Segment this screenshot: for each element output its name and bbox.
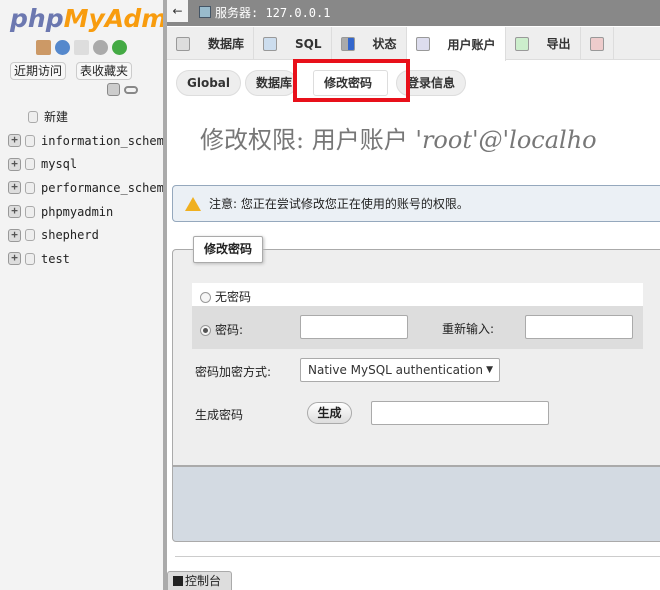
link-icon[interactable] (124, 86, 138, 94)
no-password-radio[interactable]: 无密码 (200, 288, 251, 305)
highlight-box (293, 59, 410, 102)
favorites-button[interactable]: 表收藏夹 (76, 62, 133, 80)
database-item[interactable]: + information_schema (8, 129, 163, 153)
server-breadcrumb[interactable]: 服务器: 127.0.0.1 (215, 4, 330, 21)
docs-icon[interactable] (74, 40, 89, 55)
home-icon[interactable] (36, 40, 51, 55)
import-icon (589, 36, 604, 51)
expand-icon[interactable]: + (8, 157, 21, 171)
reload-icon[interactable] (112, 40, 127, 55)
tab-import[interactable] (581, 27, 614, 60)
hashing-method-select[interactable]: Native MySQL authentication ▼ (300, 358, 500, 382)
database-icon (25, 134, 35, 147)
database-item[interactable]: + performance_schema (8, 176, 163, 200)
console-tab[interactable]: 控制台 (167, 571, 232, 590)
tab-export[interactable]: 导出 (506, 27, 581, 60)
database-icon (25, 252, 35, 265)
reenter-label: 重新输入: (442, 322, 495, 336)
top-bar: ← 服务器: 127.0.0.1 (167, 0, 660, 26)
new-database-icon (28, 110, 38, 123)
phpmyadmin-logo[interactable]: phpMyAdmin (10, 4, 163, 33)
tab-status[interactable]: 状态 (332, 27, 407, 60)
navigation-sidebar: phpMyAdmin 近期访问 表收藏夹 新建 +information_sch… (0, 0, 163, 590)
main-tabs: 数据库 SQL 状态 用户账户 导出 (167, 27, 660, 61)
settings-gear-icon[interactable] (93, 40, 108, 55)
expand-icon[interactable]: + (8, 228, 21, 242)
expand-icon[interactable]: + (8, 181, 21, 195)
generate-button[interactable]: 生成 (307, 402, 352, 424)
expand-icon[interactable]: + (8, 252, 21, 266)
subtab-database[interactable]: 数据库 (245, 70, 297, 96)
tab-user-accounts[interactable]: 用户账户 (406, 27, 506, 61)
database-icon (25, 181, 35, 194)
database-icon (25, 158, 35, 171)
database-tree: 新建 + information_schema + mysql + performan… (8, 105, 163, 271)
console-icon (173, 576, 183, 586)
sidebar-resizer[interactable] (163, 0, 167, 590)
back-arrow-icon[interactable]: ← (167, 0, 188, 22)
help-icon[interactable] (55, 40, 70, 55)
warning-icon (185, 196, 201, 211)
radio-icon[interactable] (200, 325, 211, 336)
database-item[interactable]: + phpmyadmin (8, 200, 163, 224)
new-database-item[interactable]: 新建 (8, 105, 163, 129)
notice-box: 注意: 您正在尝试修改您正在使用的账号的权限。 (172, 185, 660, 222)
subtab-global[interactable]: Global (176, 70, 242, 96)
expand-icon[interactable]: + (8, 134, 21, 148)
generate-password-label: 生成密码 (195, 408, 244, 422)
database-icon (25, 229, 35, 242)
fieldset-legend: 修改密码 (193, 236, 264, 263)
password-radio[interactable]: 密码: (200, 321, 243, 338)
export-icon (514, 36, 529, 51)
radio-icon[interactable] (200, 292, 211, 303)
database-item[interactable]: + test (8, 247, 163, 271)
expand-icon[interactable]: + (8, 205, 21, 219)
reenter-password-input[interactable] (525, 315, 633, 339)
page-title: 修改权限: 用户账户 'root'@'localho (200, 126, 597, 154)
generated-password-input[interactable] (371, 401, 549, 425)
divider (175, 556, 660, 557)
user-card-icon (415, 37, 430, 51)
hashing-label: 密码加密方式: (195, 365, 272, 379)
password-input[interactable] (300, 315, 408, 339)
status-chart-icon (340, 36, 355, 51)
server-icon (199, 6, 211, 18)
fieldset-footer (172, 466, 660, 542)
database-item[interactable]: + mysql (8, 152, 163, 176)
tab-sql[interactable]: SQL (254, 27, 332, 60)
dropdown-arrow-icon: ▼ (486, 365, 493, 375)
database-icon (176, 36, 190, 51)
database-item[interactable]: + shepherd (8, 223, 163, 247)
collapse-all-icon[interactable] (107, 83, 120, 96)
tab-databases[interactable]: 数据库 (167, 27, 255, 60)
sql-icon (263, 36, 278, 51)
recent-button[interactable]: 近期访问 (10, 62, 67, 80)
database-icon (25, 205, 35, 218)
